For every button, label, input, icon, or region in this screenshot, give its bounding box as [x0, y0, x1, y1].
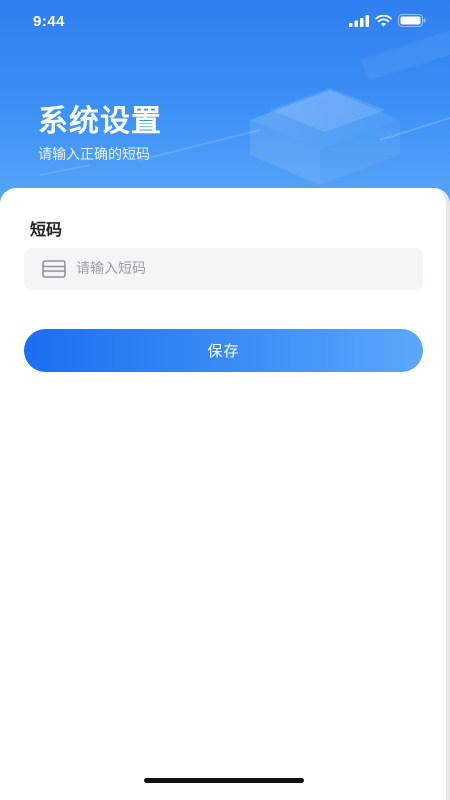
card-icon	[42, 260, 66, 278]
short-code-input-box[interactable]	[24, 248, 423, 290]
page-title: 系统设置	[38, 104, 162, 139]
status-icons	[349, 14, 426, 27]
phone-screen: 9:44 系统设置 请输入正确的短码 短码 请输入短码 保存	[0, 0, 450, 800]
cellular-signal-icon	[349, 14, 369, 27]
wifi-icon	[375, 14, 392, 26]
status-bar: 9:44	[0, 0, 450, 44]
home-indicator	[144, 778, 304, 783]
header-banner: 9:44 系统设置 请输入正确的短码	[0, 0, 450, 215]
save-button[interactable]: 保存	[24, 329, 423, 372]
page-subtitle: 请输入正确的短码	[38, 147, 150, 163]
short-code-input[interactable]	[76, 249, 396, 289]
form-card: 短码 保存	[0, 188, 450, 800]
status-time: 9:44	[33, 13, 66, 30]
battery-icon	[398, 14, 426, 27]
short-code-label: 短码	[30, 220, 63, 239]
